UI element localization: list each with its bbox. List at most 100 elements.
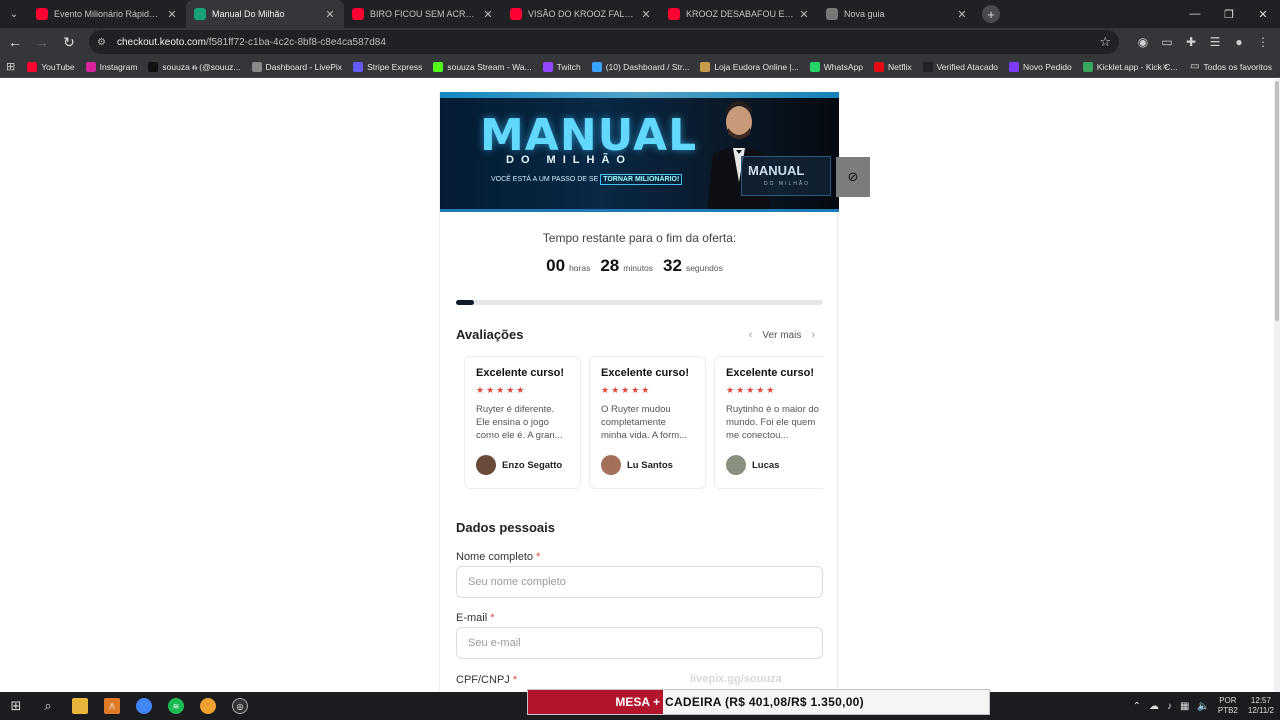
bookmark-item[interactable]: Verified Atacado <box>922 61 998 72</box>
obs-icon[interactable]: ◎ <box>224 692 256 720</box>
tab-list-icon[interactable]: ☰ <box>1203 30 1227 54</box>
bookmark-label: Novo Pedido <box>1023 61 1072 72</box>
reviews-carousel[interactable]: Excelente curso! ★★★★★ Ruyter é diferente.… <box>464 356 823 489</box>
search-icon[interactable]: ⌕ <box>32 692 64 720</box>
clock[interactable]: 12:57 12/11/2 <box>1248 696 1274 716</box>
bookmark-item[interactable]: Twitch <box>542 61 581 72</box>
review-text: Ruytinho é o maior do mundo. Foi ele que… <box>726 404 819 441</box>
bookmark-favicon-icon <box>591 61 602 72</box>
network-icon[interactable]: ▦ <box>1180 701 1189 712</box>
clock-time: 12:57 <box>1250 696 1271 705</box>
page-scrollbar[interactable] <box>1274 79 1280 692</box>
app-launcher-icon[interactable]: Λ <box>96 692 128 720</box>
chevron-left-icon[interactable]: ‹ <box>749 329 753 341</box>
bookmark-item[interactable]: Novo Pedido <box>1009 61 1072 72</box>
bookmark-favicon-icon <box>433 61 444 72</box>
bookmark-item[interactable]: YouTube <box>27 61 75 72</box>
volume-icon[interactable]: 🔈 <box>1197 701 1209 712</box>
more-menu-icon[interactable]: ⋮ <box>1251 30 1275 54</box>
checkout-card: MANUAL DO MILHÃO VOCÊ ESTÁ A UM PASSO DE… <box>439 92 839 692</box>
banner-mini-logo: MANUAL DO MILHÃO <box>741 156 831 196</box>
tab-title: BIRO FICOU SEM ACREDITAR C <box>370 9 478 19</box>
profile-avatar-icon[interactable]: ● <box>1227 30 1251 54</box>
tab-search-chevron-icon[interactable]: ⌄ <box>0 0 28 28</box>
bookmark-item[interactable]: Loja Eudora Online |... <box>700 61 799 72</box>
product-banner: MANUAL DO MILHÃO VOCÊ ESTÁ A UM PASSO DE… <box>440 92 839 212</box>
avatar <box>601 455 621 475</box>
forward-arrow-icon[interactable]: → <box>30 30 54 54</box>
close-tab-icon[interactable]: ✕ <box>956 8 968 21</box>
bookmark-label: YouTube <box>41 61 75 72</box>
language-indicator[interactable]: POR PTB2 <box>1218 696 1238 716</box>
lang-top: POR <box>1219 696 1237 705</box>
cast-icon[interactable]: ▭ <box>1155 30 1179 54</box>
bookmarks-bar: ⊞ YouTube Instagram souuza ᵰ (@souuz... Das… <box>0 56 1280 78</box>
review-text: Ruyter é diferente. Ele ensina o jogo co… <box>476 404 563 441</box>
bookmark-item[interactable]: souuza Stream - Wa... <box>433 61 532 72</box>
chrome-icon <box>826 8 838 20</box>
bookmark-item[interactable]: Stripe Express <box>353 61 422 72</box>
email-input[interactable] <box>456 627 823 659</box>
banner-subtitle: DO MILHÃO <box>506 154 632 166</box>
more-bookmarks-icon[interactable]: » <box>1162 61 1168 72</box>
browser-tab[interactable]: Nova guia ✕ <box>818 0 976 28</box>
browser-tab[interactable]: KROOZ DESABAFOU E FALOU S ✕ <box>660 0 818 28</box>
browser-tab[interactable]: Manual Do Milhão ✕ <box>186 0 344 28</box>
review-title: Excelente curso! <box>726 367 815 379</box>
bookmark-item[interactable]: (10) Dashboard / Str... <box>591 61 689 72</box>
youtube-icon <box>352 8 364 20</box>
tab-strip: ⌄ Evento Milionário Rápido - Ruy✕Manual … <box>0 0 1280 28</box>
bookmark-item[interactable]: souuza ᵰ (@souuz... <box>148 61 241 72</box>
chrome-profile-icon[interactable] <box>192 692 224 720</box>
minimize-icon[interactable]: — <box>1178 0 1212 28</box>
clock-date: 12/11/2 <box>1247 706 1274 715</box>
bookmark-label: souuza ᵰ (@souuz... <box>162 61 241 72</box>
review-card: Excelente curso! ★★★★★ O Ruyter mudou comp… <box>589 356 706 489</box>
close-tab-icon[interactable]: ✕ <box>482 8 494 21</box>
back-arrow-icon[interactable]: ← <box>3 30 27 54</box>
countdown-timer: 00 horas 28 minutos 32 segundos <box>440 256 839 276</box>
close-window-icon[interactable]: ✕ <box>1246 0 1280 28</box>
bookmark-label: WhatsApp <box>823 61 863 72</box>
full-name-input[interactable] <box>456 566 823 598</box>
spotify-icon[interactable]: ≋ <box>160 692 192 720</box>
cloud-icon[interactable]: ☁ <box>1149 701 1159 712</box>
all-bookmarks-folder[interactable]: ▭ Todos os favoritos <box>1190 61 1272 72</box>
bookmark-item[interactable]: Netflix <box>873 61 912 72</box>
stream-watermark: livepix.gg/souuza <box>690 673 782 685</box>
apps-grid-icon[interactable]: ⊞ <box>6 60 15 73</box>
file-explorer-icon[interactable] <box>64 692 96 720</box>
chevron-right-icon[interactable]: › <box>811 329 815 341</box>
new-tab-button[interactable]: + <box>982 5 1000 23</box>
address-bar[interactable]: ⚙ checkout.keoto.com /f581ff72-c1ba-4c2c… <box>89 30 1119 54</box>
browser-tab[interactable]: Evento Milionário Rápido - Ruy ✕ <box>28 0 186 28</box>
bookmark-star-icon[interactable]: ☆ <box>1099 34 1111 50</box>
browser-tab[interactable]: BIRO FICOU SEM ACREDITAR C ✕ <box>344 0 502 28</box>
bookmark-label: Loja Eudora Online |... <box>714 61 799 72</box>
reviews-title: Avaliações <box>456 327 524 342</box>
close-tab-icon[interactable]: ✕ <box>798 8 810 21</box>
bookmark-item[interactable]: WhatsApp <box>809 61 863 72</box>
blocked-overlay-chip[interactable]: ⊘ <box>836 157 870 197</box>
name-label: Nome completo * <box>456 551 540 563</box>
mic-icon[interactable]: ♪ <box>1167 701 1172 712</box>
extensions-puzzle-icon[interactable]: ✚ <box>1179 30 1203 54</box>
voice-extension-icon[interactable]: ◉ <box>1131 30 1155 54</box>
timer-hours-label: horas <box>569 263 591 273</box>
close-tab-icon[interactable]: ✕ <box>640 8 652 21</box>
windows-start-icon[interactable]: ⊞ <box>0 692 32 720</box>
tray-chevron-icon[interactable]: ⌃ <box>1133 701 1141 712</box>
close-tab-icon[interactable]: ✕ <box>324 8 336 21</box>
close-tab-icon[interactable]: ✕ <box>166 8 178 21</box>
scrollbar-thumb[interactable] <box>1275 81 1279 321</box>
lang-bottom: PTB2 <box>1217 706 1238 715</box>
see-more-link[interactable]: Ver mais <box>762 330 801 341</box>
browser-tab[interactable]: VISÃO DO KROOZ FALANDO S ✕ <box>502 0 660 28</box>
restore-icon[interactable]: ❐ <box>1212 0 1246 28</box>
chrome-icon[interactable] <box>128 692 160 720</box>
reload-icon[interactable]: ↻ <box>57 30 81 54</box>
bookmark-item[interactable]: Dashboard - LivePix <box>251 61 342 72</box>
blocked-icon: ⊘ <box>847 169 859 184</box>
site-info-icon[interactable]: ⚙ <box>97 37 111 48</box>
bookmark-item[interactable]: Instagram <box>85 61 137 72</box>
